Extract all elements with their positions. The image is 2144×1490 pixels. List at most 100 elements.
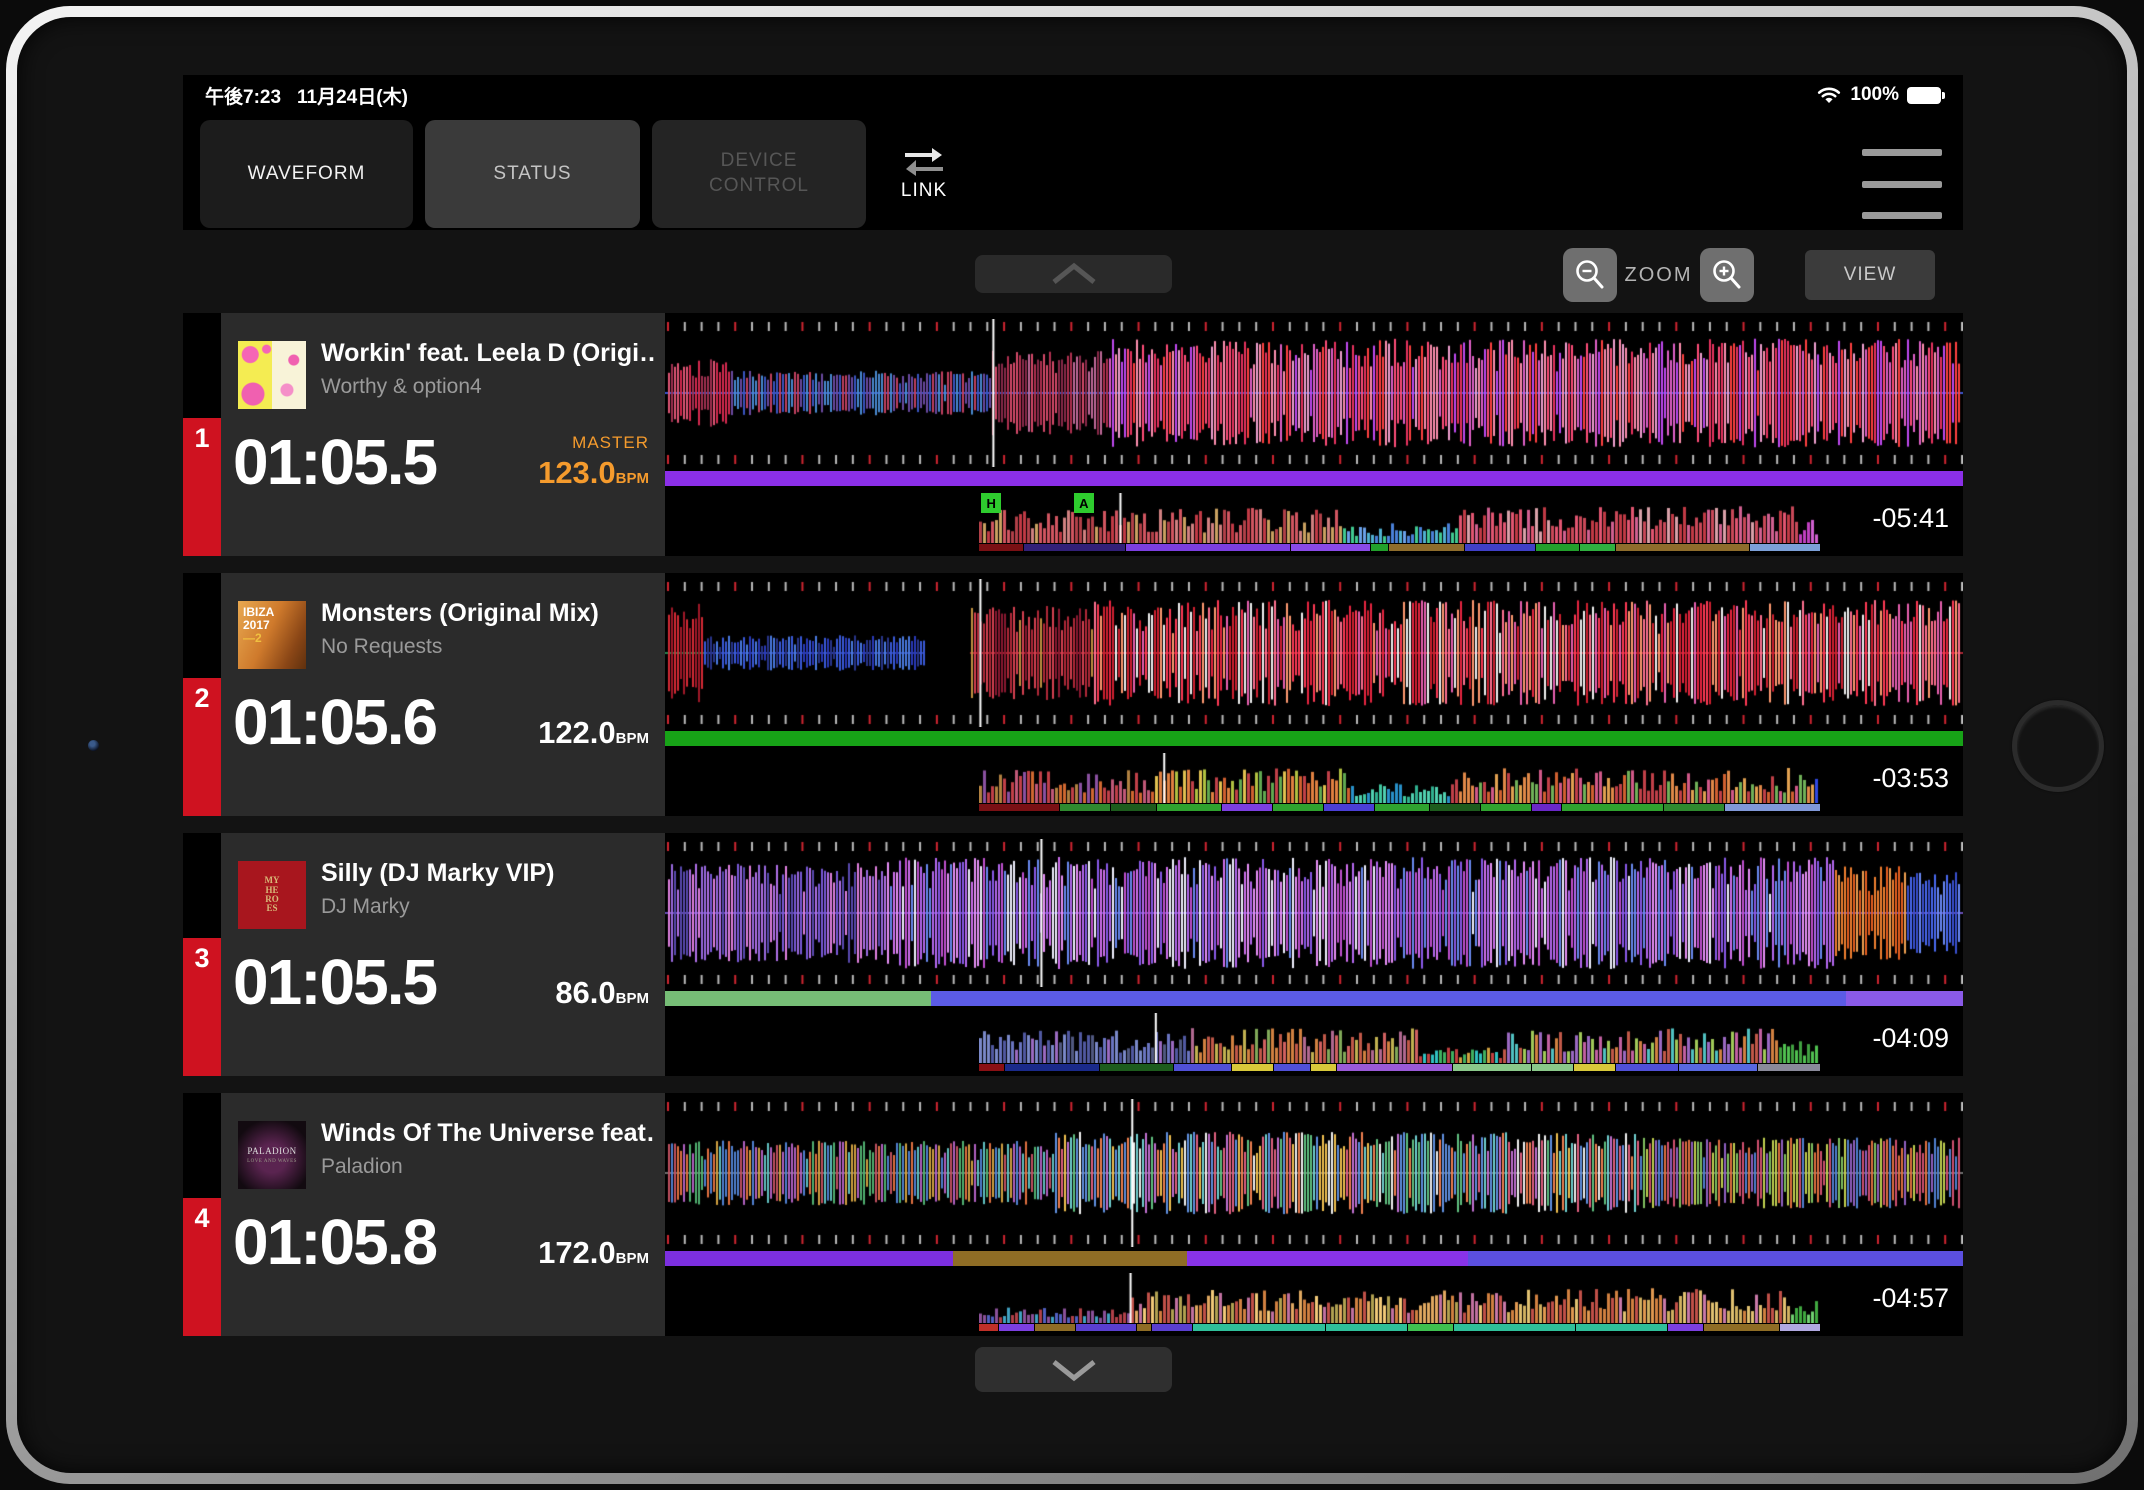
deck-number-strip: 1 [183,313,221,556]
overview-waveform[interactable] [979,753,1821,803]
master-label [555,953,649,975]
track-info-panel: Workin' feat. Leela D (Origi… Worthy & o… [221,313,665,556]
phrase-segment [1574,1064,1616,1071]
track-title: Workin' feat. Leela D (Origi… [321,339,655,368]
home-button[interactable] [2012,700,2104,792]
track-progress-bar [665,991,1963,1006]
tab-device-control[interactable]: DEVICECONTROL [652,120,866,228]
zoom-in-icon [1710,258,1744,292]
tab-link-label: LINK [901,180,947,202]
phrase-segment [979,1324,999,1331]
master-label [538,693,649,715]
status-bar-right: 100% [1816,84,1941,106]
overview-waveform-canvas[interactable] [979,493,1821,543]
deck-number-badge: 2 [183,678,221,816]
phrase-segment [1100,1064,1174,1071]
track-title: Winds Of The Universe feat… [321,1119,655,1148]
deck-number-badge: 3 [183,938,221,1076]
tab-status-label: STATUS [493,163,571,185]
elapsed-time: 01:05.6 [233,685,436,759]
phrase-segment [1371,544,1389,551]
hot-cue-H[interactable]: H [981,493,1001,513]
hot-cue-A[interactable]: A [1074,493,1094,513]
main-waveform[interactable] [665,319,1963,467]
deck-number-strip: 3 [183,833,221,1076]
phrase-segment [1326,1324,1408,1331]
master-label [538,1213,649,1235]
phrase-segment [1324,804,1375,811]
main-waveform[interactable] [665,579,1963,727]
overview-waveform[interactable] [979,1273,1821,1323]
phrase-segment [1616,1064,1679,1071]
bpm-block: 122.0BPM [538,693,649,751]
overview-waveform[interactable]: HA [979,493,1821,543]
bpm-value: 172.0 [538,1235,616,1270]
phrase-segment [1580,544,1616,551]
link-transfer-icon [901,147,947,177]
bpm-block: 86.0BPM [555,953,649,1011]
phrase-segment [1024,544,1126,551]
phrase-segment [1152,1324,1193,1331]
phrase-segment [1668,1324,1704,1331]
phrase-segment [1126,544,1291,551]
deck-number: 1 [194,423,209,453]
deck-number-badge: 1 [183,418,221,556]
deck-row-2[interactable]: 2 IBIZA2017—2 Monsters (Original Mix) No… [183,573,1963,816]
track-progress-bar [665,731,1963,746]
zoom-out-button[interactable] [1563,248,1617,302]
deck-number-strip: 2 [183,573,221,816]
bpm-unit: BPM [616,730,649,747]
bpm-row: 122.0BPM [538,715,649,751]
phrase-segment [1453,1064,1532,1071]
expand-down-button[interactable] [975,1347,1172,1392]
phrase-segment [979,804,1060,811]
phrase-segment [1408,1324,1454,1331]
phrase-segment [1758,1064,1821,1071]
view-button[interactable]: VIEW [1805,250,1935,300]
overview-waveform-canvas[interactable] [979,1013,1821,1063]
bpm-block: 172.0BPM [538,1213,649,1271]
overview-waveform-canvas[interactable] [979,1273,1821,1323]
main-waveform[interactable] [665,1099,1963,1247]
tab-link[interactable]: LINK [878,120,970,228]
deck-row-3[interactable]: 3 MYHEROES Silly (DJ Marky VIP) DJ Marky… [183,833,1963,1076]
overview-waveform[interactable] [979,1013,1821,1063]
album-art: MYHEROES [238,861,306,929]
deck-row-4[interactable]: 4 PALADIONLOVE AND WAVES Winds Of The Un… [183,1093,1963,1336]
phrase-segment [1076,1324,1137,1331]
menu-icon[interactable] [1862,149,1942,219]
album-art [238,341,306,409]
tab-waveform[interactable]: WAVEFORM [200,120,413,228]
zoom-in-button[interactable] [1700,248,1754,302]
deck-row-1[interactable]: 1 Workin' feat. Leela D (Origi… Worthy &… [183,313,1963,556]
bpm-row: 123.0BPM [538,455,649,491]
photo-backdrop: 午後7:2311月24日(木) 100% WAVEFORM STATUS DEV… [0,0,2144,1490]
waveform-area: -04:57 [665,1093,1963,1336]
tab-status[interactable]: STATUS [425,120,640,228]
track-info-panel: IBIZA2017—2 Monsters (Original Mix) No R… [221,573,665,816]
track-progress-bar [665,471,1963,486]
phrase-segment [1664,804,1725,811]
phrase-segment [1035,1324,1076,1331]
progress-segment [1846,991,1963,1006]
bpm-row: 86.0BPM [555,975,649,1011]
chevron-down-icon [1046,1357,1102,1383]
phrase-segment [1193,1324,1326,1331]
remaining-time: -05:41 [1872,503,1949,534]
phrase-segment [1536,544,1581,551]
album-art-text: ES [266,904,277,913]
phrase-segment [1337,1064,1453,1071]
collapse-up-button[interactable] [975,255,1172,293]
main-waveform[interactable] [665,839,1963,987]
bpm-unit: BPM [616,1250,649,1267]
phrase-segment [1780,1324,1821,1331]
tab-device-label: DEVICECONTROL [709,149,809,198]
track-info-panel: MYHEROES Silly (DJ Marky VIP) DJ Marky 0… [221,833,665,1076]
phrase-segment [1704,1324,1781,1331]
album-art-text: LOVE AND WAVES [247,1158,297,1165]
bpm-value: 123.0 [538,455,616,490]
overview-waveform-canvas[interactable] [979,753,1821,803]
track-artist: Worthy & option4 [321,375,482,399]
zoom-label: ZOOM [1617,248,1700,302]
progress-segment [665,731,1963,746]
